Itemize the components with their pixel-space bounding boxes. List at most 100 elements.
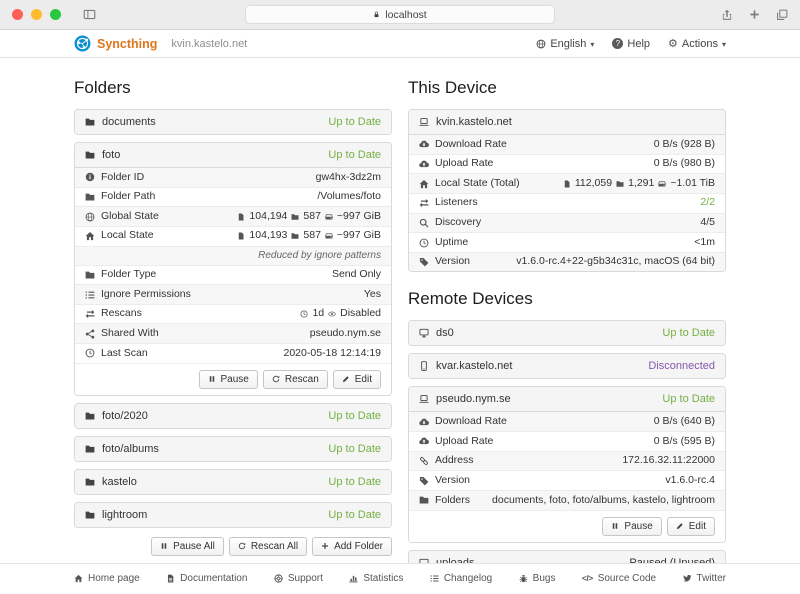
upload-rate-row: Upload Rate 0 B/s (595 B) [409,431,725,451]
sidebar-toggle-icon[interactable] [83,8,96,21]
share-button-icon[interactable] [721,9,733,21]
address-row: Address 172.16.32.11:22000 [409,451,725,471]
folder-name: lightroom [102,509,147,521]
folder-name: foto [102,149,120,161]
folder-icon [85,444,95,454]
edit-button[interactable]: Edit [333,370,381,389]
folder-header-foto2020[interactable]: foto/2020 Up to Date [75,404,391,428]
row-value: 104,194 587 ~997 GiB [237,210,381,224]
actions-menu-label: Actions [682,38,718,50]
footer-link-twitter[interactable]: Twitter [683,573,726,584]
folder-details-table: Folder ID gw4hx-3dz2m Folder Path /Volum… [75,167,391,363]
footer-link-source-code[interactable]: Source Code [582,573,656,584]
cloud-upload-icon [419,159,429,169]
folder-icon [291,232,299,240]
device-header-ds0[interactable]: ds0 Up to Date [409,321,725,345]
version-row: Version v1.6.0-rc.4+22-g5b34c31c, macOS … [409,252,725,272]
language-menu-label: English [550,38,586,50]
row-label: Local State (Total) [435,177,520,191]
pencil-icon [342,375,350,383]
button-label: Edit [689,521,706,532]
device-hostname: kvin.kastelo.net [171,38,247,50]
row-label: Shared With [101,327,159,341]
footer-label: Support [288,573,323,584]
local-state-total-row: Local State (Total) 112,059 1,291 ~1.01 … [409,173,725,193]
note-text: Reduced by ignore patterns [258,249,381,262]
shared-with-row: Shared With pseudo.nym.se [75,323,391,343]
watch-status: Disabled [340,307,381,321]
folder-header-foto[interactable]: foto Up to Date [75,143,391,167]
row-value: <1m [694,236,715,250]
folder-header-fotoalbums[interactable]: foto/albums Up to Date [75,437,391,461]
row-label: Address [435,454,474,468]
edit-device-button[interactable]: Edit [667,517,715,536]
footer-link-documentation[interactable]: Documentation [166,573,247,584]
row-label: Ignore Permissions [101,288,191,302]
rescan-all-button[interactable]: Rescan All [229,537,307,556]
row-label: Folder Path [101,190,155,204]
life-ring-icon [274,574,283,583]
footer-label: Documentation [180,573,247,584]
pause-button[interactable]: Pause [199,370,258,389]
row-label: Discovery [435,216,481,230]
footer-link-statistics[interactable]: Statistics [349,573,403,584]
footer-label: Statistics [363,573,403,584]
folder-header-documents[interactable]: documents Up to Date [75,110,391,134]
button-label: Pause All [173,541,215,552]
window-minimize-button[interactable] [31,9,42,20]
upload-rate-row: Upload Rate 0 B/s (980 B) [409,154,725,174]
window-zoom-button[interactable] [50,9,61,20]
row-label: Local State [101,229,154,243]
twitter-bird-icon [683,574,692,583]
laptop-icon [419,117,429,127]
folder-icon [85,411,95,421]
row-value: 1d Disabled [300,307,381,321]
folder-icon [616,180,624,188]
row-label: Global State [101,210,159,224]
footer-link-homepage[interactable]: Home page [74,573,140,584]
row-label: Download Rate [435,138,507,152]
footer-link-changelog[interactable]: Changelog [430,573,492,584]
home-icon [85,231,95,241]
gear-icon [668,38,678,50]
row-value: 104,193 587 ~997 GiB [237,229,381,243]
brand-title: Syncthing [97,37,157,51]
footer-link-bugs[interactable]: Bugs [519,573,556,584]
list-icon [430,574,439,583]
new-tab-icon[interactable] [749,9,760,20]
folder-header-kastelo[interactable]: kastelo Up to Date [75,470,391,494]
rescan-button[interactable]: Rescan [263,370,328,389]
pause-all-folders-button[interactable]: Pause All [151,537,224,556]
app-navbar: Syncthing kvin.kastelo.net English Help … [0,30,800,58]
folder-type-row: Folder Type Send Only [75,265,391,285]
row-label: Upload Rate [435,435,493,449]
actions-menu[interactable]: Actions [668,38,726,50]
row-label: Folder Type [101,268,156,282]
footer-link-support[interactable]: Support [274,573,323,584]
folders-title: Folders [74,78,392,98]
device-details-table: Download Rate 0 B/s (640 B) Upload Rate … [409,411,725,509]
row-label: Version [435,255,470,269]
this-device-header[interactable]: kvin.kastelo.net [409,110,725,134]
document-icon [166,574,175,583]
button-label: Pause [221,374,249,385]
address-bar[interactable]: localhost [245,5,555,24]
window-close-button[interactable] [12,9,23,20]
status-badge: Up to Date [328,149,381,161]
bug-icon [519,574,528,583]
clock-icon [85,348,95,358]
device-header-kvar[interactable]: kvar.kastelo.net Disconnected [409,354,725,378]
folder-header-lightroom[interactable]: lightroom Up to Date [75,503,391,527]
language-menu[interactable]: English [536,38,594,50]
device-header-pseudo[interactable]: pseudo.nym.se Up to Date [409,387,725,411]
pause-icon [611,522,619,530]
pause-device-button[interactable]: Pause [602,517,661,536]
status-badge: Up to Date [328,116,381,128]
add-folder-button[interactable]: Add Folder [312,537,392,556]
tabs-overview-icon[interactable] [776,9,788,21]
size-value: ~1.01 TiB [670,177,715,191]
row-value: 0 B/s (595 B) [654,435,715,449]
folder-icon [291,213,299,221]
help-link[interactable]: Help [612,38,650,50]
row-value: 2/2 [700,196,715,210]
